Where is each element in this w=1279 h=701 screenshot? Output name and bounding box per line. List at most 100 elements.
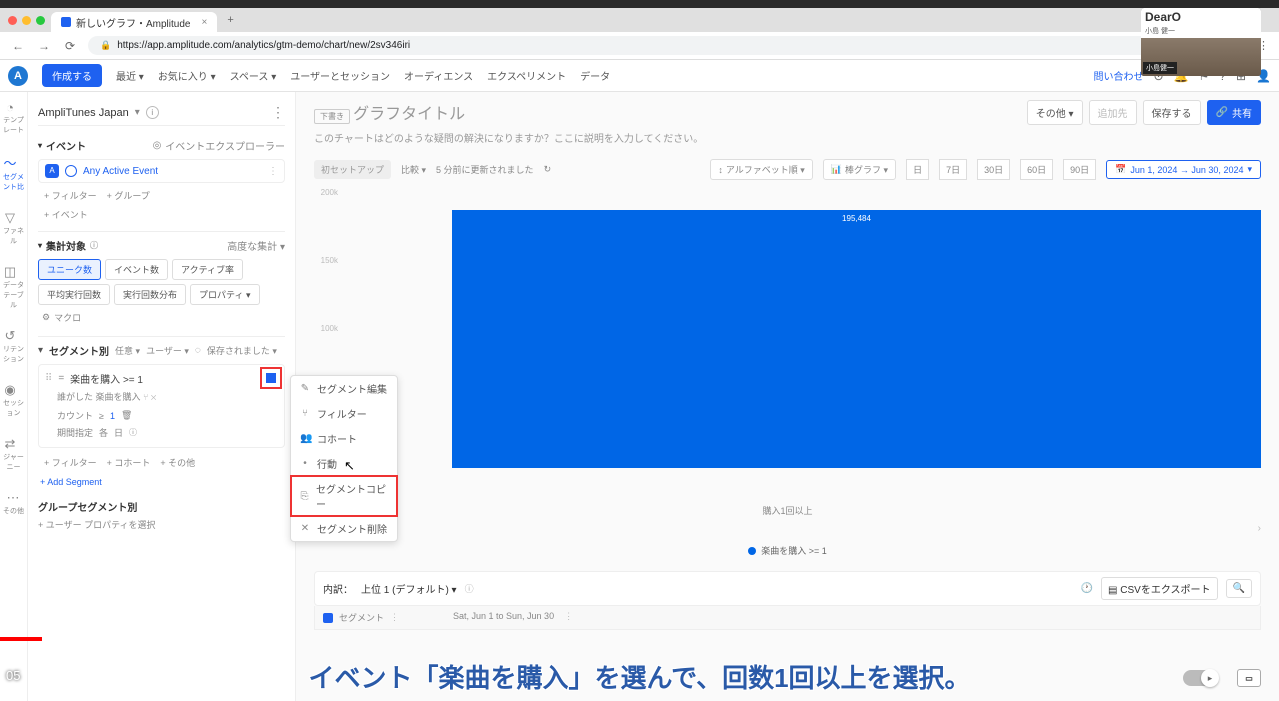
nav-experiment[interactable]: エクスペリメント bbox=[487, 68, 566, 83]
seg-filter-link[interactable]: + フィルター bbox=[44, 456, 97, 469]
browser-tab[interactable]: 新しいグラフ・Amplitude × bbox=[51, 12, 217, 32]
info-icon[interactable]: i bbox=[146, 106, 159, 119]
seg-cohort-link[interactable]: + コホート bbox=[107, 456, 151, 469]
amplitude-logo[interactable]: A bbox=[8, 66, 28, 86]
segment-name[interactable]: 楽曲を購入 >= 1 bbox=[70, 371, 143, 386]
tally-events[interactable]: イベント数 bbox=[105, 259, 168, 280]
rail-funnel[interactable]: ▽ファネル bbox=[0, 210, 27, 246]
more-icon[interactable]: ⋮ bbox=[268, 166, 278, 177]
advanced-tally-link[interactable]: 高度な集計 ▾ bbox=[227, 238, 285, 253]
chevron-down-icon[interactable]: ▾ bbox=[135, 107, 140, 118]
caret-icon[interactable]: ▾ bbox=[38, 141, 42, 150]
rail-other[interactable]: ⋯その他 bbox=[3, 490, 24, 516]
event-explorer-link[interactable]: イベントエクスプローラー bbox=[165, 138, 285, 153]
rail-retention[interactable]: ↺リテンション bbox=[0, 328, 27, 364]
other-button[interactable]: その他 ▾ bbox=[1027, 100, 1083, 125]
page-next[interactable]: › bbox=[1258, 523, 1261, 534]
group-segment-add[interactable]: + ユーザー プロパティを選択 bbox=[38, 516, 285, 533]
event-row[interactable]: A Any Active Event ⋮ bbox=[38, 159, 285, 183]
save-button[interactable]: 保存する bbox=[1143, 100, 1201, 125]
export-csv-button[interactable]: ▤ CSVをエクスポート bbox=[1101, 577, 1218, 600]
search-icon[interactable]: 🔍 bbox=[1226, 579, 1252, 598]
col-segment[interactable]: セグメント bbox=[339, 611, 384, 624]
nav-recent[interactable]: 最近 ▾ bbox=[116, 68, 144, 83]
contact-link[interactable]: 問い合わせ bbox=[1094, 68, 1144, 83]
nav-audience[interactable]: オーディエンス bbox=[404, 68, 473, 83]
interval-7d[interactable]: 7日 bbox=[939, 159, 967, 180]
info-icon[interactable]: ⓘ bbox=[465, 582, 474, 595]
maximize-window[interactable] bbox=[36, 16, 45, 25]
address-bar[interactable]: 🔒 https://app.amplitude.com/analytics/gt… bbox=[88, 36, 1170, 55]
tally-unique[interactable]: ユニーク数 bbox=[38, 259, 101, 280]
segment-any-dropdown[interactable]: 任意 ▾ bbox=[115, 344, 140, 357]
add-filter-link[interactable]: + フィルター bbox=[44, 189, 97, 202]
seg-etc-link[interactable]: + その他 bbox=[160, 456, 195, 469]
chart-legend[interactable]: 楽曲を購入 >= 1 bbox=[314, 544, 1261, 557]
ctx-copy-segment[interactable]: ⎘セグメントコピー bbox=[291, 476, 397, 516]
count-value[interactable]: 1 bbox=[110, 411, 115, 421]
create-button[interactable]: 作成する bbox=[42, 64, 102, 87]
more-icon[interactable]: ⋮ bbox=[271, 104, 285, 121]
delete-icon[interactable]: 🗑 bbox=[121, 410, 132, 421]
interval-60d[interactable]: 60日 bbox=[1020, 159, 1053, 180]
close-tab-icon[interactable]: × bbox=[201, 17, 207, 28]
add-event-link[interactable]: + イベント bbox=[38, 204, 285, 225]
ctx-edit-segment[interactable]: ✎セグメント編集 bbox=[291, 376, 397, 401]
minimize-window[interactable] bbox=[22, 16, 31, 25]
progress-bar[interactable] bbox=[0, 637, 42, 641]
forward-button[interactable]: → bbox=[36, 39, 52, 53]
col-date[interactable]: Sat, Jun 1 to Sun, Jun 30 bbox=[453, 611, 554, 624]
rail-datatable[interactable]: ◫データテーブル bbox=[0, 264, 27, 310]
clock-icon[interactable]: 🕐 bbox=[1081, 583, 1093, 594]
close-window[interactable] bbox=[8, 16, 17, 25]
tally-dist[interactable]: 実行回数分布 bbox=[114, 284, 186, 305]
project-name[interactable]: AmpliTunes Japan bbox=[38, 107, 129, 119]
nav-data[interactable]: データ bbox=[580, 68, 610, 83]
caret-icon[interactable]: ▾ bbox=[38, 345, 43, 356]
drag-icon[interactable]: ⠿ bbox=[45, 373, 52, 384]
compare-dropdown[interactable]: 比較 ▾ bbox=[401, 163, 426, 176]
chart-bar[interactable]: 195,484 bbox=[452, 210, 1261, 468]
new-tab-button[interactable]: + bbox=[227, 14, 233, 26]
sort-dropdown[interactable]: ↕ アルファベット順 ▾ bbox=[710, 159, 812, 180]
cc-button[interactable]: ▭ bbox=[1237, 669, 1261, 687]
window-controls[interactable] bbox=[8, 16, 45, 25]
segment-color-swatch[interactable] bbox=[260, 367, 282, 389]
macro-link[interactable]: マクロ bbox=[54, 311, 81, 324]
tally-avg[interactable]: 平均実行回数 bbox=[38, 284, 110, 305]
add-group-link[interactable]: + グループ bbox=[107, 189, 150, 202]
chart-description[interactable]: このチャートはどのような疑問の解決になりますか？ここに説明を入力してください。 bbox=[314, 130, 1015, 145]
interval-90d[interactable]: 90日 bbox=[1063, 159, 1096, 180]
setup-pill[interactable]: 初セットアップ bbox=[314, 160, 391, 179]
back-button[interactable]: ← bbox=[10, 39, 26, 53]
nav-spaces[interactable]: スペース ▾ bbox=[230, 68, 277, 83]
nav-favorites[interactable]: お気に入り ▾ bbox=[158, 68, 216, 83]
share-button[interactable]: 🔗共有 bbox=[1207, 100, 1261, 125]
rail-template[interactable]: ◔テンプレート bbox=[0, 100, 27, 135]
interval-30d[interactable]: 30日 bbox=[977, 159, 1010, 180]
chart-title[interactable]: グラフタイトル bbox=[353, 106, 465, 123]
addto-button[interactable]: 追加先 bbox=[1089, 100, 1137, 125]
date-range[interactable]: 📅 Jun 1, 2024 → Jun 30, 2024 ▾ bbox=[1106, 160, 1261, 179]
segment-saved-dropdown[interactable]: 保存されました ▾ bbox=[207, 344, 277, 357]
chart-type-dropdown[interactable]: 📊 棒グラフ ▾ bbox=[823, 159, 896, 180]
add-segment-link[interactable]: + Add Segment bbox=[38, 471, 285, 493]
nav-users[interactable]: ユーザーとセッション bbox=[290, 68, 390, 83]
tally-property[interactable]: プロパティ ▾ bbox=[190, 284, 259, 305]
top-n-dropdown[interactable]: 上位 1 (デフォルト) ▾ bbox=[361, 581, 457, 596]
refresh-icon[interactable]: ↻ bbox=[544, 164, 552, 175]
segment-user-dropdown[interactable]: ユーザー ▾ bbox=[146, 344, 189, 357]
autoplay-toggle[interactable]: ▸ bbox=[1183, 670, 1217, 686]
rail-journey[interactable]: ⇄ジャーニー bbox=[0, 436, 27, 472]
rail-segment[interactable]: 〜セグメント比 bbox=[0, 153, 27, 192]
ctx-delete-segment[interactable]: ✕セグメント削除 bbox=[291, 516, 397, 541]
rail-session[interactable]: ◉セッション bbox=[0, 382, 27, 418]
interval-day[interactable]: 日 bbox=[906, 159, 929, 180]
tally-active[interactable]: アクティブ率 bbox=[172, 259, 243, 280]
ctx-filter[interactable]: ⑂フィルター bbox=[291, 401, 397, 426]
caret-icon[interactable]: ▾ bbox=[38, 241, 42, 250]
ctx-cohort[interactable]: 👥コホート bbox=[291, 426, 397, 451]
reload-button[interactable]: ⟳ bbox=[62, 39, 78, 53]
info-icon[interactable]: ⓘ bbox=[90, 240, 98, 251]
checkbox[interactable] bbox=[323, 613, 333, 623]
